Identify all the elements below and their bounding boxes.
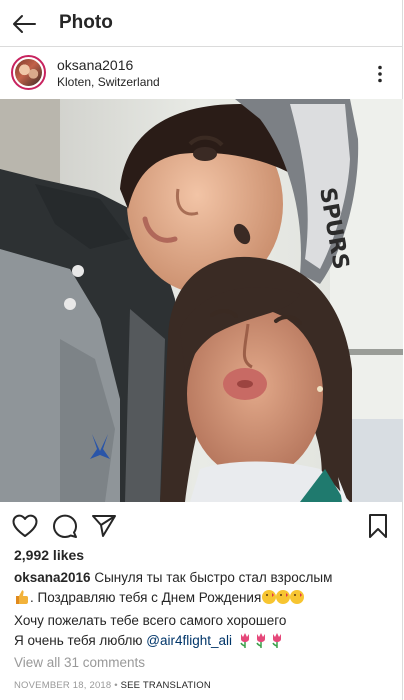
comment-icon [53,514,77,538]
send-icon [92,515,116,537]
bookmark-icon [369,514,387,538]
instagram-photo-screen: Photo oksana2016 Kloten, Switzerland SPU… [0,0,403,700]
selfie-photo: SPURS [0,99,403,502]
caption-text-1: Сынуля ты так быстро стал взрослым [94,570,333,585]
caption-text-4: Я очень тебя люблю [14,633,147,648]
kissing-face-icon [262,589,306,611]
avatar[interactable] [11,55,46,90]
arrow-left-icon [13,15,36,33]
post-meta: NOVEMBER 18, 2018 • SEE TRANSLATION [14,680,211,691]
post-photo[interactable]: SPURS [0,99,403,502]
thumbs-up-icon [15,589,29,611]
caption-text-2: . Поздравляю тебя с Днем Рождения [30,590,262,605]
save-button[interactable] [364,512,392,540]
see-translation-link[interactable]: SEE TRANSLATION [121,680,211,691]
caption-mention[interactable]: @air4flight_ali [146,633,232,648]
likes-count[interactable]: 2,992 likes [14,547,84,563]
caption-line-1: oksana2016 Сынуля ты так быстро стал взр… [14,568,394,588]
post-location[interactable]: Kloten, Switzerland [57,75,160,89]
avatar-image [15,59,42,86]
top-bar: Photo [0,0,403,47]
back-button[interactable] [8,8,40,40]
caption-line-4: Я очень тебя люблю @air4flight_ali [14,631,394,654]
caption-line-2: . Поздравляю тебя с Днем Рождения [14,588,394,611]
post-header: oksana2016 Kloten, Switzerland [0,47,403,99]
tulip-icon [237,632,285,654]
post-caption: oksana2016 Сынуля ты так быстро стал взр… [14,568,394,654]
meta-separator: • [111,680,121,691]
page-title: Photo [59,12,113,33]
caption-line-3: Хочу пожелать тебе всего самого хорошего [14,613,287,628]
post-username[interactable]: oksana2016 [57,57,133,73]
post-date: NOVEMBER 18, 2018 [14,680,112,691]
view-all-comments-link[interactable]: View all 31 comments [14,655,145,670]
like-button[interactable] [11,512,39,540]
more-vertical-icon [378,65,382,83]
post-actions [0,508,403,544]
heart-icon [12,514,38,537]
caption-username[interactable]: oksana2016 [14,570,91,585]
comment-button[interactable] [51,512,79,540]
share-button[interactable] [90,512,118,540]
more-options-button[interactable] [371,63,389,85]
